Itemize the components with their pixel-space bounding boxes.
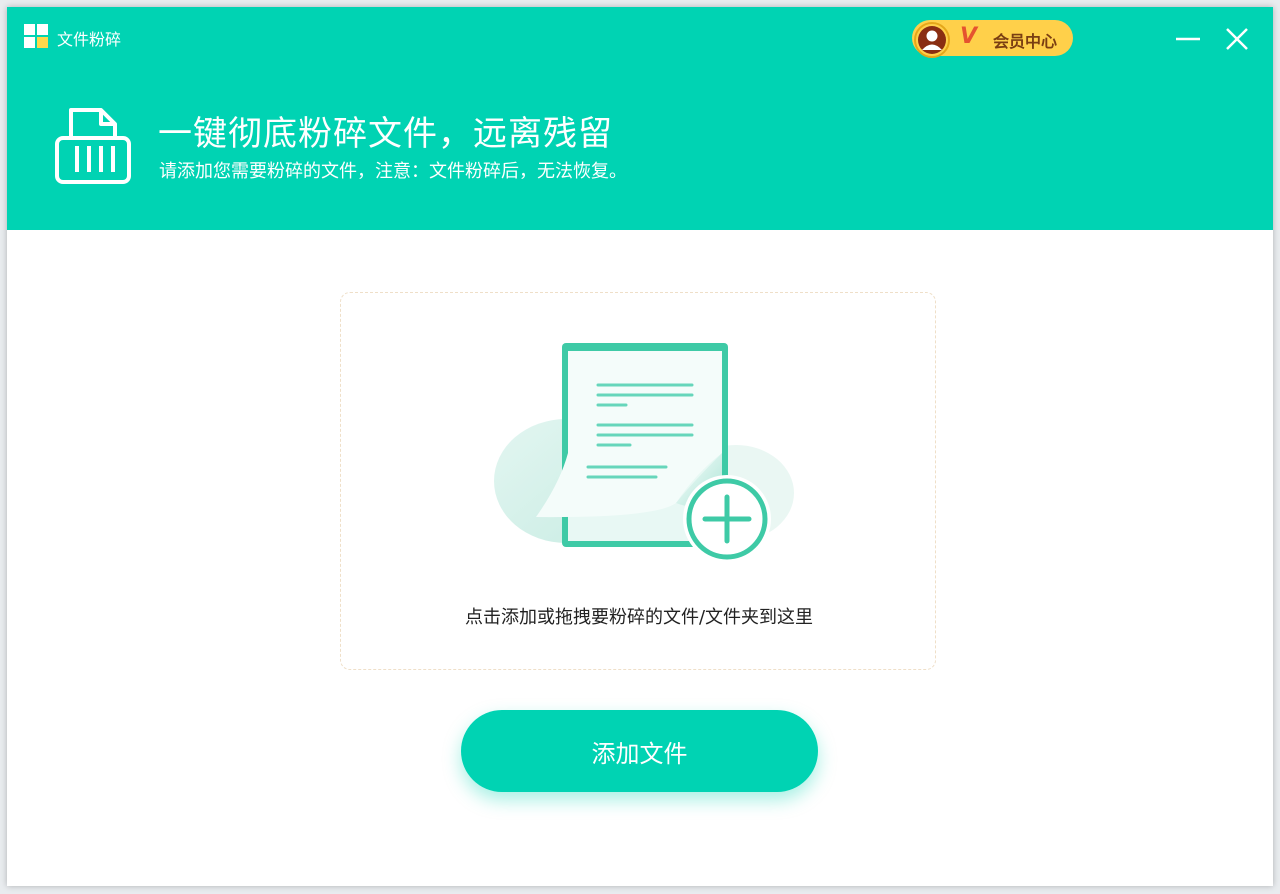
windows-grid-icon (24, 24, 48, 48)
document-add-icon (494, 343, 794, 563)
app-title: 文件粉碎 (57, 30, 122, 49)
minimize-button[interactable] (1173, 24, 1203, 54)
vip-badge: V (960, 24, 978, 49)
header-banner: 文件粉碎 V 会员中心 一键彻底粉碎文件，远离残留 请添加您需要粉碎的文件，注意… (7, 7, 1273, 230)
minimize-icon (1176, 37, 1200, 41)
page-title: 一键彻底粉碎文件，远离残留 (158, 114, 613, 154)
user-avatar-icon (914, 22, 950, 58)
drop-hint-text: 点击添加或拖拽要粉碎的文件/文件夹到这里 (464, 607, 814, 628)
vip-center-button[interactable]: V 会员中心 (912, 20, 1073, 58)
close-button[interactable] (1222, 24, 1252, 54)
vip-label: 会员中心 (993, 32, 1058, 51)
add-file-button[interactable]: 添加文件 (461, 710, 818, 792)
page-subtitle: 请添加您需要粉碎的文件，注意：文件粉碎后，无法恢复。 (159, 161, 627, 182)
close-icon (1226, 28, 1248, 50)
file-drop-zone[interactable]: 点击添加或拖拽要粉碎的文件/文件夹到这里 (340, 292, 936, 670)
app-window: 文件粉碎 V 会员中心 一键彻底粉碎文件，远离残留 请添加您需要粉碎的文件，注意… (7, 7, 1273, 886)
shredder-icon (55, 108, 131, 184)
